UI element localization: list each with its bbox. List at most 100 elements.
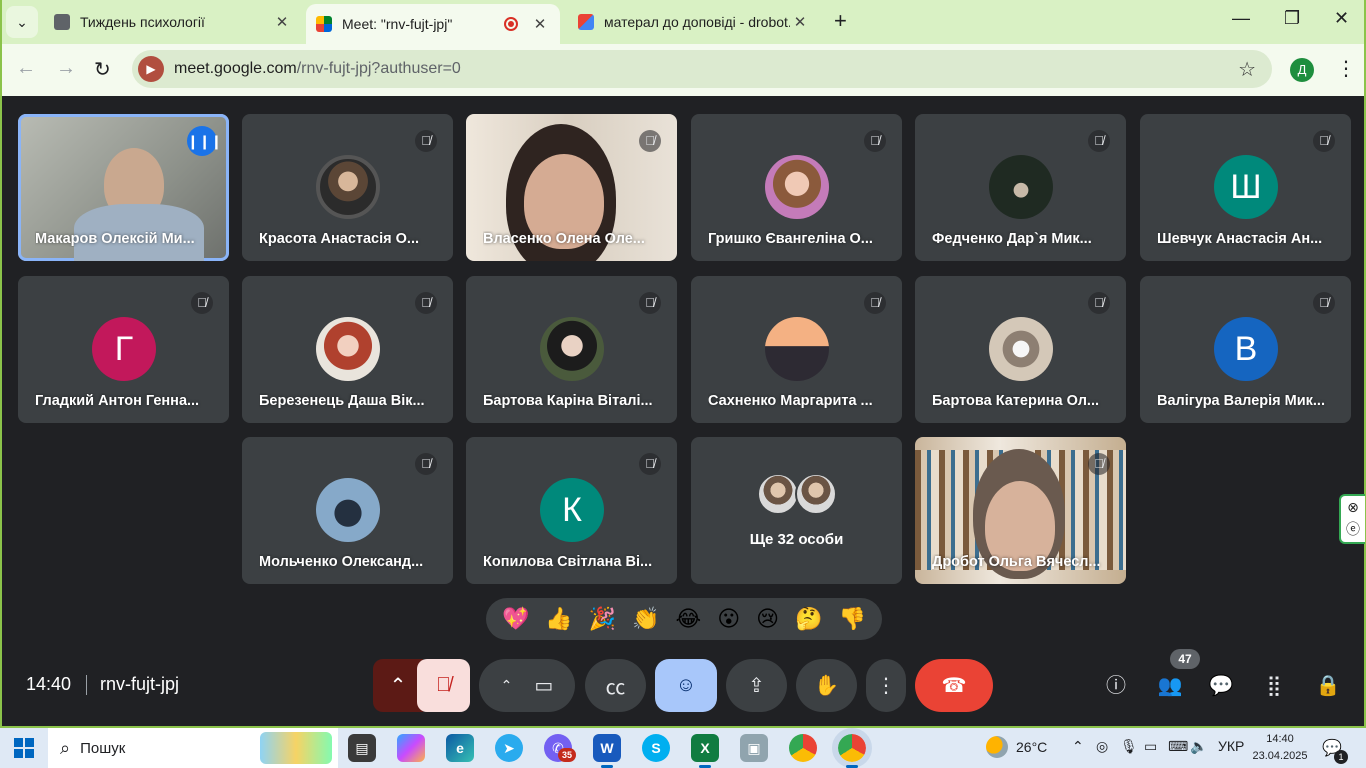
taskbar-date: 23.04.2025: [1252, 750, 1308, 762]
video-options-icon[interactable]: ⌃: [501, 677, 513, 694]
reaction-thumbs-up-button[interactable]: 👍: [545, 606, 572, 632]
copilot-icon[interactable]: [397, 734, 425, 762]
participant-avatar: [316, 317, 380, 381]
extension-side-widget[interactable]: ⊗ ⓔ: [1339, 494, 1365, 544]
excel-icon[interactable]: X: [691, 734, 719, 768]
reaction-thinking-button[interactable]: 🤔: [795, 606, 822, 632]
search-highlight-image: [260, 732, 332, 764]
volume-icon[interactable]: 🔈: [1190, 738, 1207, 755]
edge-icon[interactable]: e: [446, 734, 474, 762]
mic-off-icon: 🎙̸: [1088, 130, 1110, 152]
skype-icon[interactable]: S: [642, 734, 670, 762]
taskbar-clock[interactable]: 14:40 23.04.2025: [1250, 731, 1310, 765]
more-options-button[interactable]: ⋮: [866, 659, 906, 712]
windows-taskbar: ⌕ Пошук ▤ e ➤ ✆ 35 W S X ▣ 26°C ⌃ ◎ 🎙 ▭ ⌨…: [0, 728, 1366, 768]
people-icon[interactable]: 👥: [1156, 672, 1184, 700]
chrome-profile-icon[interactable]: [832, 728, 872, 768]
participant-avatar: [316, 478, 380, 542]
camera-icon: ▭: [534, 675, 554, 697]
reaction-clap-button[interactable]: 👏: [632, 606, 659, 632]
participant-tile[interactable]: В 🎙̸ Валігура Валерія Мик...: [1140, 276, 1351, 423]
camera-toggle-button[interactable]: ⌃ ▭: [479, 659, 575, 712]
participant-avatar: Г: [92, 317, 156, 381]
participant-tile[interactable]: 🎙̸ Гришко Євангеліна О...: [691, 114, 902, 261]
participant-tile[interactable]: 🎙̸ Березенець Даша Вік...: [242, 276, 453, 423]
emoji-reactions-button[interactable]: ☺: [655, 659, 717, 712]
present-screen-button[interactable]: ⇪: [726, 659, 787, 712]
participant-tile[interactable]: ❙❙❙ Макаров Олексій Ми...: [18, 114, 229, 261]
participant-name: Гладкий Антон Генна...: [35, 393, 200, 409]
telegram-icon[interactable]: ➤: [495, 734, 523, 762]
participant-tile[interactable]: 🎙̸ Дробот Ольга Вячесл...: [915, 437, 1126, 584]
weather-widget[interactable]: 26°C: [986, 736, 1047, 758]
network-icon[interactable]: ⌨: [1168, 738, 1188, 755]
participant-name: Бартова Каріна Віталі...: [483, 393, 653, 409]
participant-avatar: [316, 155, 380, 219]
participant-tile[interactable]: 🎙̸ Бартова Катерина Ол...: [915, 276, 1126, 423]
participant-name: Березенець Даша Вік...: [259, 393, 425, 409]
mic-off-icon: 🎙̸: [191, 292, 213, 314]
host-controls-icon[interactable]: 🔒: [1314, 672, 1342, 700]
mic-off-icon: 🎙̸: [639, 453, 661, 475]
raise-hand-button[interactable]: ✋: [796, 659, 857, 712]
mic-off-icon: 🎙̸: [415, 130, 437, 152]
meeting-clock: 14:40: [26, 674, 72, 694]
participant-tile[interactable]: Г 🎙̸ Гладкий Антон Генна...: [18, 276, 229, 423]
audio-options-button[interactable]: ⌃: [373, 659, 423, 712]
participant-tile[interactable]: 🎙̸ Мольченко Олександ...: [242, 437, 453, 584]
participant-tile[interactable]: 🎙̸ Красота Анастасія О...: [242, 114, 453, 261]
participant-tile[interactable]: 🎙̸ Бартова Каріна Віталі...: [466, 276, 677, 423]
viber-icon[interactable]: ✆ 35: [544, 734, 576, 762]
divider: [86, 675, 87, 695]
participant-tile[interactable]: К 🎙̸ Копилова Світлана Ві...: [466, 437, 677, 584]
captions-icon: ㏄: [605, 677, 626, 699]
participant-avatar: Ш: [1214, 155, 1278, 219]
mic-off-icon: 🎙̸: [864, 130, 886, 152]
participant-avatar: В: [1214, 317, 1278, 381]
chrome-icon[interactable]: [789, 734, 817, 762]
word-icon[interactable]: W: [593, 734, 621, 768]
participant-tile[interactable]: Ш 🎙̸ Шевчук Анастасія Ан...: [1140, 114, 1351, 261]
participant-name: Бартова Катерина Ол...: [932, 393, 1099, 409]
mic-off-icon: 🎙̸: [1088, 453, 1110, 475]
participant-name: Шевчук Анастасія Ан...: [1157, 231, 1323, 247]
mic-off-icon: 🎙̸: [1088, 292, 1110, 314]
reaction-surprised-button[interactable]: 😮: [717, 606, 740, 632]
participant-name: Власенко Олена Оле...: [483, 231, 645, 247]
weather-icon: [986, 736, 1008, 758]
camera-tray-icon[interactable]: ◎: [1096, 738, 1108, 755]
microphone-tray-icon[interactable]: 🎙: [1120, 738, 1138, 755]
search-icon: ⌕: [60, 737, 71, 758]
participant-avatar: [757, 473, 799, 515]
reaction-thumbs-down-button[interactable]: 👎: [838, 606, 865, 632]
reaction-heart-button[interactable]: 💖: [502, 606, 529, 632]
taskbar-search[interactable]: ⌕ Пошук: [48, 728, 338, 768]
tray-chevron-icon[interactable]: ⌃: [1072, 738, 1084, 755]
windows-start-icon[interactable]: [14, 738, 34, 758]
leave-call-button[interactable]: ☎: [915, 659, 993, 712]
language-indicator[interactable]: УКР: [1218, 738, 1244, 754]
remote-desktop-icon[interactable]: ▣: [740, 734, 768, 762]
more-participants-tile[interactable]: Ще 32 особи: [691, 437, 902, 584]
participant-name: Федченко Дар`я Мик...: [932, 231, 1092, 247]
reaction-laugh-button[interactable]: 😂: [676, 606, 702, 632]
battery-icon[interactable]: ▭: [1144, 738, 1157, 755]
mic-off-icon: 🎙̸: [1313, 130, 1335, 152]
participant-name: Макаров Олексій Ми...: [35, 231, 195, 247]
participant-avatar: [989, 317, 1053, 381]
participant-tile[interactable]: 🎙̸ Сахненко Маргарита ...: [691, 276, 902, 423]
reaction-party-button[interactable]: 🎉: [589, 606, 616, 632]
captions-button[interactable]: ㏄: [585, 659, 646, 712]
viber-badge: 35: [558, 748, 576, 762]
participant-tile[interactable]: 🎙̸ Власенко Олена Оле...: [466, 114, 677, 261]
chat-icon[interactable]: 💬: [1207, 672, 1235, 700]
activities-icon[interactable]: ⣿: [1260, 672, 1288, 700]
speaking-indicator-icon: ❙❙❙: [187, 126, 222, 156]
task-view-icon[interactable]: ▤: [348, 734, 376, 762]
participant-tile[interactable]: 🎙̸ Федченко Дар`я Мик...: [915, 114, 1126, 261]
mic-toggle-button[interactable]: 🎙̸: [417, 659, 470, 712]
hang-up-icon: ☎: [941, 675, 967, 697]
reaction-sad-button[interactable]: 😢: [756, 606, 779, 632]
meeting-info-icon[interactable]: ⓘ: [1102, 672, 1130, 700]
mic-off-icon: 🎙̸: [1313, 292, 1335, 314]
